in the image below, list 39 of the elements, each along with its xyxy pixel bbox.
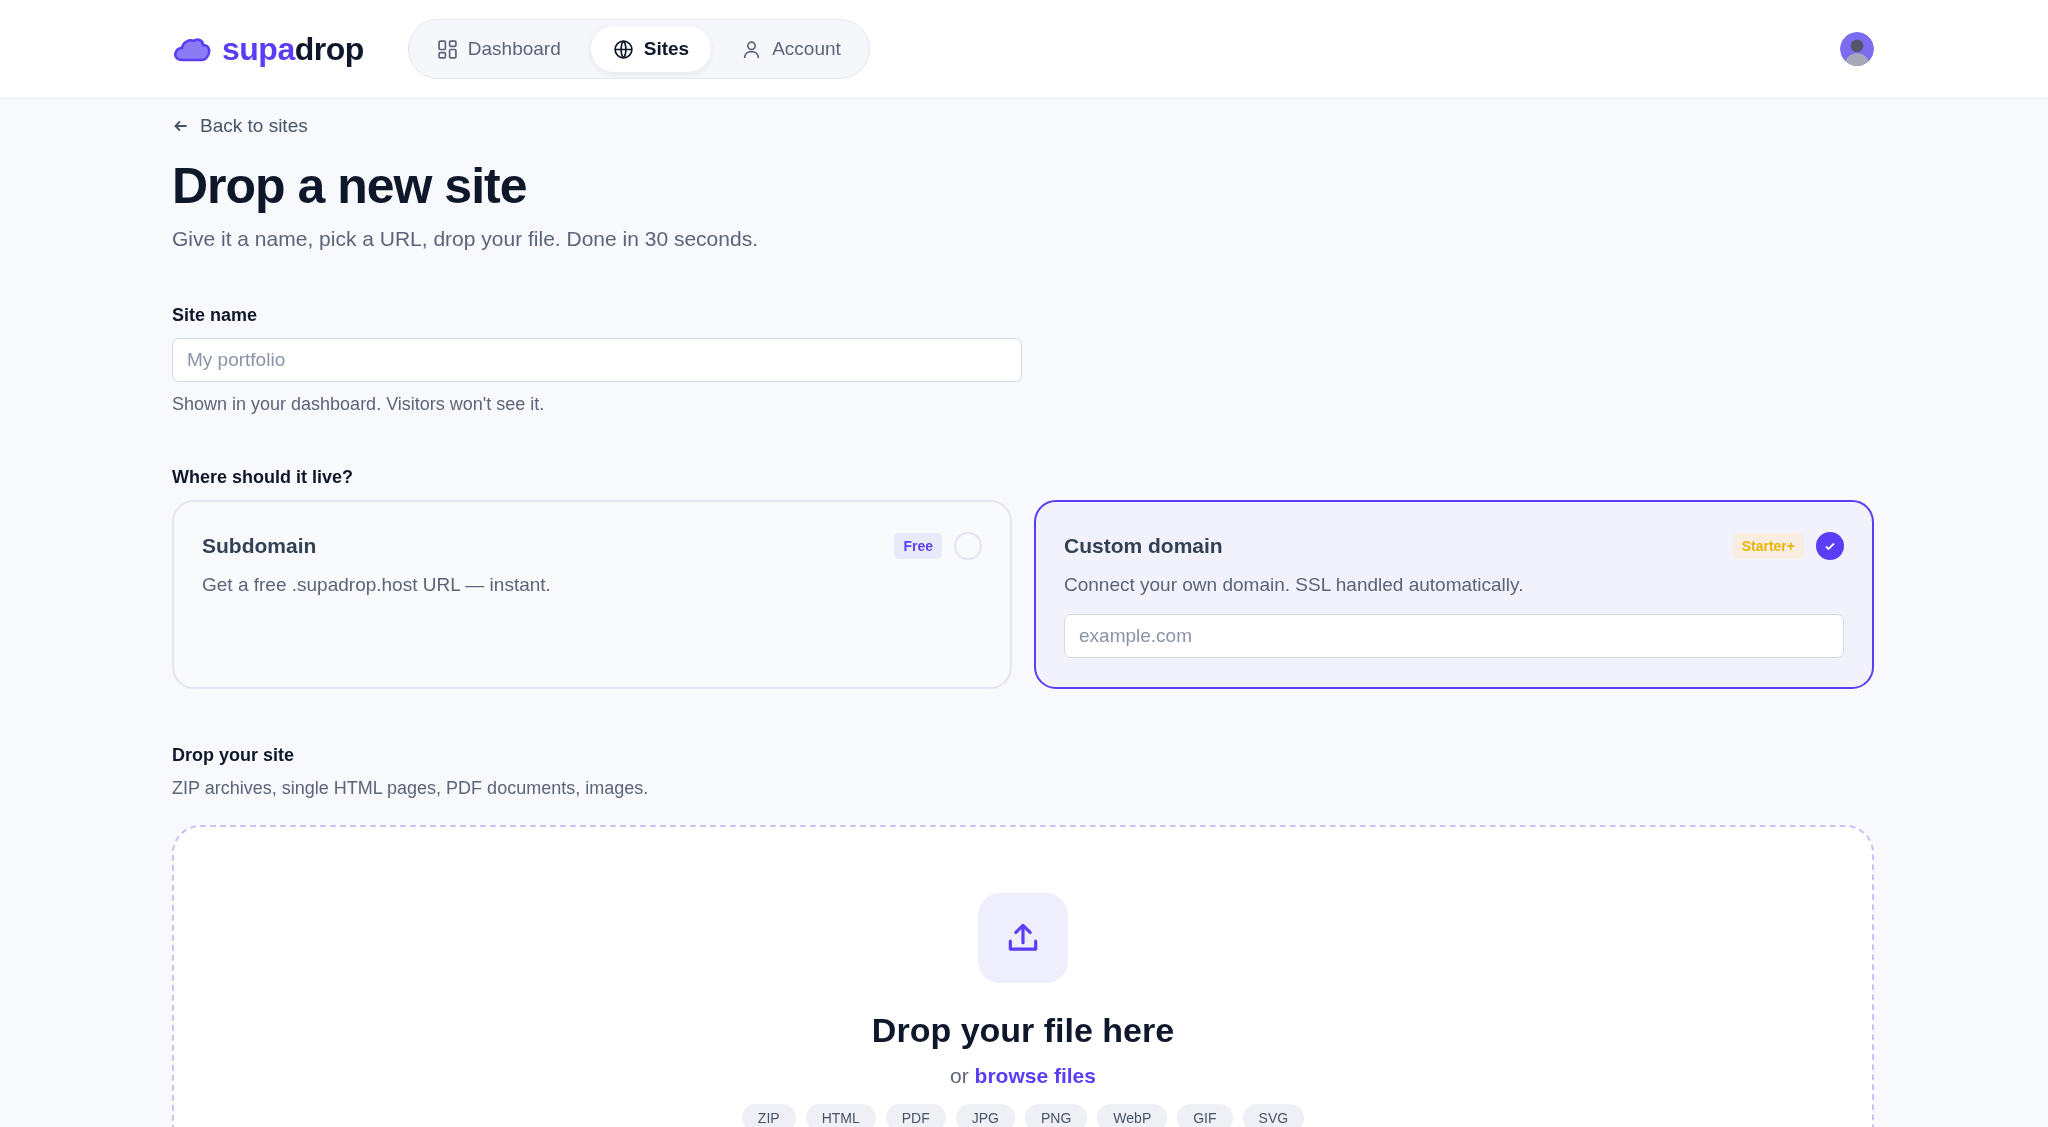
field-label: Where should it live? [172, 467, 355, 488]
globe-icon [612, 38, 634, 60]
format-tag: GIF [1177, 1104, 1233, 1127]
field-label: Site name [172, 305, 259, 326]
domain-field[interactable]: example.com [1064, 614, 1844, 658]
option-title: Custom domain [1064, 534, 1224, 558]
format-tag: HTML [805, 1104, 876, 1127]
browse-link[interactable]: browse files [974, 1064, 1096, 1087]
cloud-logo-icon [172, 35, 212, 63]
nav-tab[interactable]: Sites [590, 26, 712, 72]
page-title: Drop a new site [172, 157, 528, 215]
nav-tab[interactable]: Account [719, 26, 863, 72]
help-text: Shown in your dashboard. Visitors won't see it. [172, 394, 546, 415]
format-tag: WebP [1097, 1104, 1168, 1127]
option-card[interactable]: Subdomain Free Get a free .supadrop.host URL — instant. [172, 500, 1012, 689]
option-description: Connect your own domain. SSL handled automatically. [1064, 574, 1525, 596]
avatar[interactable] [1840, 32, 1874, 66]
format-tag: SVG [1242, 1104, 1305, 1127]
plan-badge: Starter+ [1732, 533, 1804, 559]
or-text: or [950, 1064, 969, 1087]
radio-button[interactable] [1816, 532, 1844, 560]
drop-zone[interactable]: Drop your file here or browse files ZIP HTML PDF JPG PNG WebP GIF SVG [172, 825, 1874, 1127]
option-title: Subdomain [202, 534, 318, 558]
page-subtitle: Give it a name, pick a URL, drop your file. Done in 30 seconds. [172, 227, 759, 251]
plan-badge: Free [894, 533, 942, 559]
format-tag: ZIP [741, 1104, 796, 1127]
nav-tab[interactable]: Dashboard [414, 26, 583, 72]
grid-icon [436, 38, 458, 60]
back-link[interactable]: Back to sites [172, 115, 308, 137]
option-card[interactable]: Custom domain Starter+ Connect your own domain. SSL handled automatically. example.com [1034, 500, 1874, 689]
help-text: ZIP archives, single HTML pages, PDF documents, images. [172, 778, 650, 799]
option-description: Get a free .supadrop.host URL — instant. [202, 574, 552, 596]
format-tag: JPG [955, 1104, 1015, 1127]
logo-text: supadrop [222, 30, 364, 68]
drop-title: Drop your file here [871, 1011, 1175, 1050]
format-tag: PNG [1025, 1104, 1088, 1127]
field-label: Drop your site [172, 745, 296, 766]
format-tag: PDF [885, 1104, 946, 1127]
site-name-field[interactable]: My portfolio [172, 338, 1022, 382]
